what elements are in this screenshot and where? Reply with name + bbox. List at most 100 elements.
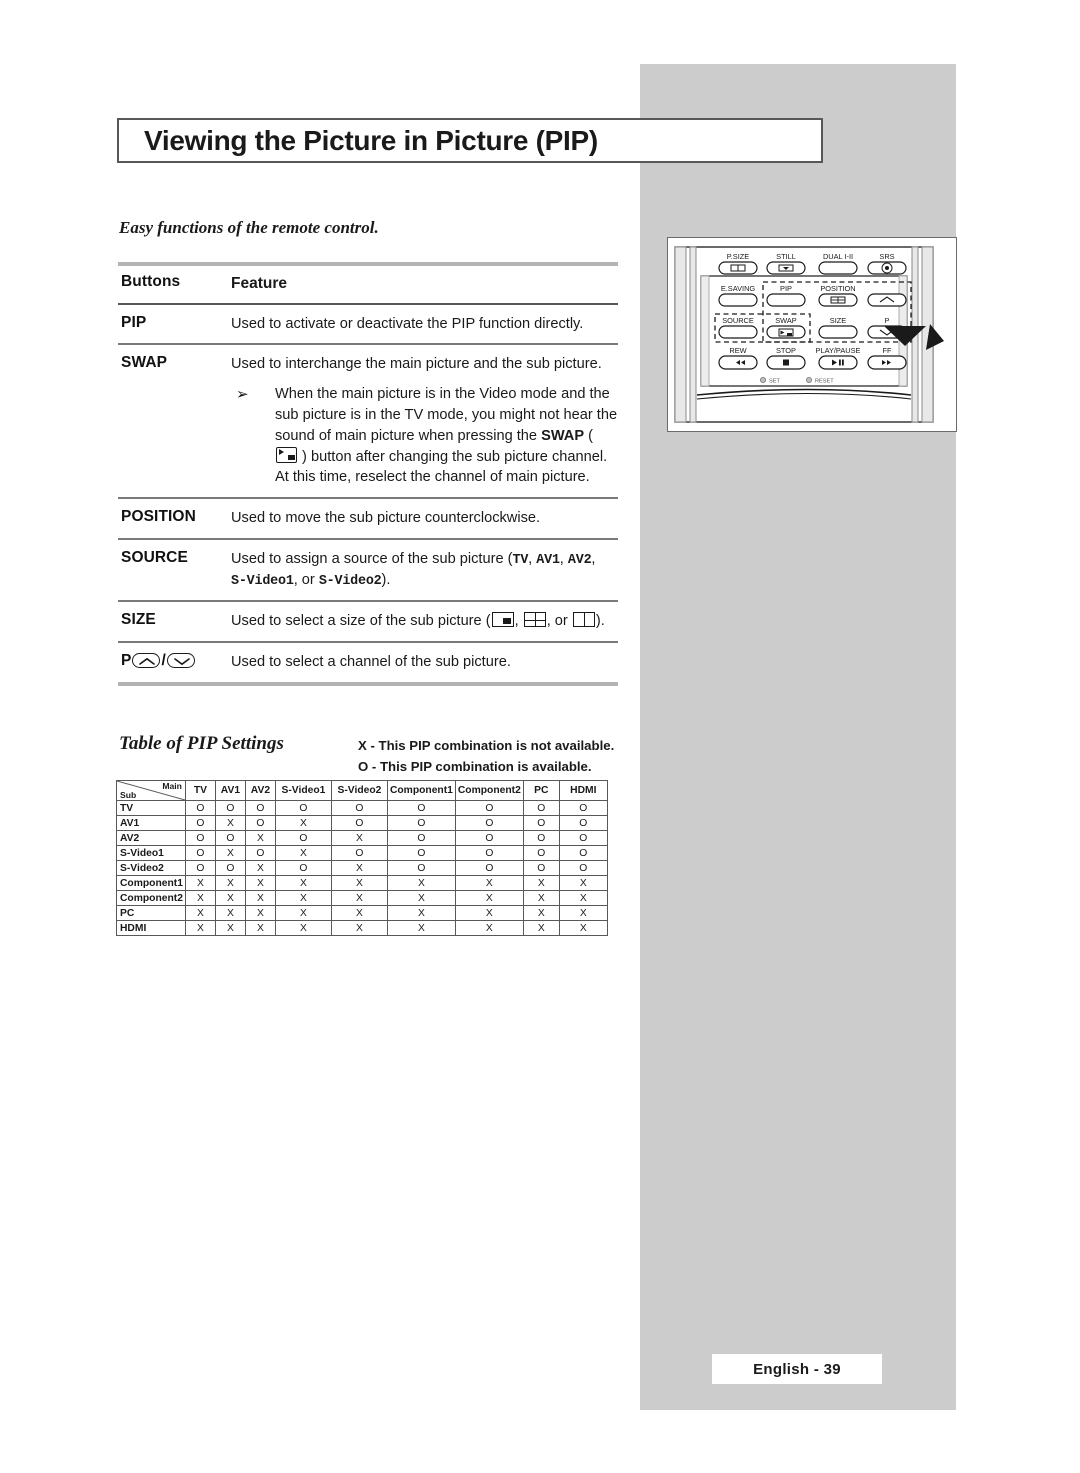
matrix-cell: X bbox=[330, 830, 388, 846]
bullet-arrow-icon: ➢ bbox=[236, 386, 249, 404]
remote-label-dual: DUAL I-II bbox=[823, 252, 853, 261]
table-row: AV1 O X O X O O O O O bbox=[116, 815, 608, 831]
matrix-cell: O bbox=[558, 860, 608, 876]
remote-button-source bbox=[718, 325, 758, 339]
matrix-col-header: Component2 bbox=[454, 780, 524, 801]
button-label-position: POSITION bbox=[121, 508, 196, 526]
matrix-cell: X bbox=[386, 920, 456, 936]
table-row: PC X X X X X X X X X bbox=[116, 905, 608, 921]
remote-label-set: SET bbox=[769, 379, 780, 385]
remote-label-ff: FF bbox=[882, 346, 892, 355]
matrix-cell: X bbox=[274, 815, 332, 831]
table-row: Component2 X X X X X X X X X bbox=[116, 890, 608, 906]
matrix-cell: O bbox=[454, 845, 524, 861]
matrix-cell: O bbox=[454, 800, 524, 816]
remote-diagram-svg: .rl { font-family: "Liberation Sans", sa… bbox=[674, 246, 944, 423]
channel-prefix: P bbox=[121, 651, 132, 669]
matrix-cell: O bbox=[184, 830, 216, 846]
table-row: AV2 O O X O X O O O O bbox=[116, 830, 608, 846]
page-footer-badge: English - 39 bbox=[712, 1354, 882, 1384]
feature-text-swap: Used to interchange the main picture and… bbox=[231, 354, 618, 488]
matrix-cell: X bbox=[184, 875, 216, 891]
table-row: S-Video2 O O X O X O O O O bbox=[116, 860, 608, 876]
matrix-col-header: AV1 bbox=[214, 780, 246, 801]
manual-page: Viewing the Picture in Picture (PIP) Eas… bbox=[0, 0, 1080, 1473]
matrix-cell: X bbox=[274, 905, 332, 921]
remote-dot-reset bbox=[805, 376, 812, 383]
feature-text-position: Used to move the sub picture countercloc… bbox=[231, 510, 541, 527]
source-text-or: , or bbox=[293, 572, 319, 589]
matrix-col-header: S-Video2 bbox=[330, 780, 388, 801]
matrix-cell: X bbox=[330, 920, 388, 936]
matrix-row-header: S-Video1 bbox=[116, 845, 186, 861]
matrix-cell: X bbox=[386, 890, 456, 906]
matrix-cell: X bbox=[214, 845, 246, 861]
matrix-cell: O bbox=[558, 845, 608, 861]
matrix-cell: X bbox=[214, 875, 246, 891]
size-small-icon bbox=[491, 612, 514, 628]
swap-note-body: When the main picture is in the Video mo… bbox=[275, 384, 618, 488]
matrix-row-header: AV2 bbox=[116, 830, 186, 846]
matrix-cell: O bbox=[274, 860, 332, 876]
table-bottom-rule bbox=[118, 681, 618, 686]
button-label-swap: SWAP bbox=[121, 354, 168, 372]
size-text-post: ). bbox=[595, 613, 605, 630]
remote-label-swap: SWAP bbox=[775, 316, 797, 325]
table-row: S-Video1 O X O X O O O O O bbox=[116, 845, 608, 861]
matrix-row-header: PC bbox=[116, 905, 186, 921]
matrix-cell: O bbox=[214, 800, 246, 816]
remote-button-size bbox=[818, 325, 858, 339]
matrix-cell: X bbox=[454, 890, 524, 906]
feature-table-header-row: Buttons Feature bbox=[118, 266, 618, 303]
matrix-cell: X bbox=[522, 890, 560, 906]
matrix-corner-cell: Sub Main bbox=[116, 780, 186, 801]
swap-picture-icon bbox=[276, 446, 297, 463]
swap-note-part2: button after changing the sub picture ch… bbox=[275, 448, 608, 486]
source-option-av2: AV2 bbox=[567, 553, 592, 569]
matrix-cell: O bbox=[214, 830, 246, 846]
button-label-channel: P / bbox=[118, 652, 231, 670]
matrix-cell: O bbox=[330, 800, 388, 816]
source-text-post: ). bbox=[381, 572, 391, 589]
matrix-cell: X bbox=[244, 830, 276, 846]
pip-settings-title: Table of PIP Settings bbox=[119, 733, 284, 754]
remote-button-esaving bbox=[718, 293, 758, 307]
feature-text-pip: Used to activate or deactivate the PIP f… bbox=[231, 315, 584, 332]
matrix-row-header: S-Video2 bbox=[116, 860, 186, 876]
matrix-col-header: S-Video1 bbox=[274, 780, 332, 801]
matrix-cell: O bbox=[558, 830, 608, 846]
corner-label-main: Main bbox=[162, 781, 182, 792]
matrix-col-header: AV2 bbox=[244, 780, 276, 801]
matrix-cell: O bbox=[184, 845, 216, 861]
matrix-cell: O bbox=[558, 800, 608, 816]
matrix-col-header: HDMI bbox=[558, 780, 608, 801]
source-text-pre: Used to assign a source of the sub pictu… bbox=[231, 551, 513, 568]
feature-row-channel: P / Used to select a channel of the sub p… bbox=[118, 643, 618, 682]
source-option-tv: TV bbox=[512, 553, 529, 569]
button-label-size: SIZE bbox=[121, 611, 156, 629]
remote-label-position: POSITION bbox=[820, 284, 855, 293]
matrix-cell: O bbox=[522, 830, 560, 846]
matrix-cell: O bbox=[244, 800, 276, 816]
matrix-header-row: Sub Main TV AV1 AV2 S-Video1 S-Video2 Co… bbox=[116, 780, 608, 801]
pip-settings-legend: X - This PIP combination is not availabl… bbox=[358, 735, 614, 778]
matrix-col-header: TV bbox=[184, 780, 216, 801]
source-option-svideo1: S-Video1 bbox=[231, 574, 294, 590]
matrix-cell: O bbox=[274, 830, 332, 846]
button-label-source: SOURCE bbox=[121, 549, 188, 567]
feature-row-position: POSITION Used to move the sub picture co… bbox=[118, 499, 618, 538]
matrix-cell: X bbox=[274, 845, 332, 861]
remote-label-playpause: PLAY/PAUSE bbox=[816, 346, 861, 355]
source-option-svideo2: S-Video2 bbox=[318, 574, 382, 590]
matrix-cell: O bbox=[184, 860, 216, 876]
size-text-pre: Used to select a size of the sub picture… bbox=[231, 613, 491, 630]
matrix-cell: O bbox=[558, 815, 608, 831]
matrix-cell: O bbox=[386, 860, 456, 876]
matrix-cell: X bbox=[214, 890, 246, 906]
remote-button-dual bbox=[818, 261, 858, 275]
matrix-cell: X bbox=[214, 920, 246, 936]
matrix-cell: O bbox=[214, 860, 246, 876]
swap-description: Used to interchange the main picture and… bbox=[231, 356, 602, 373]
matrix-cell: O bbox=[386, 800, 456, 816]
matrix-cell: O bbox=[386, 815, 456, 831]
